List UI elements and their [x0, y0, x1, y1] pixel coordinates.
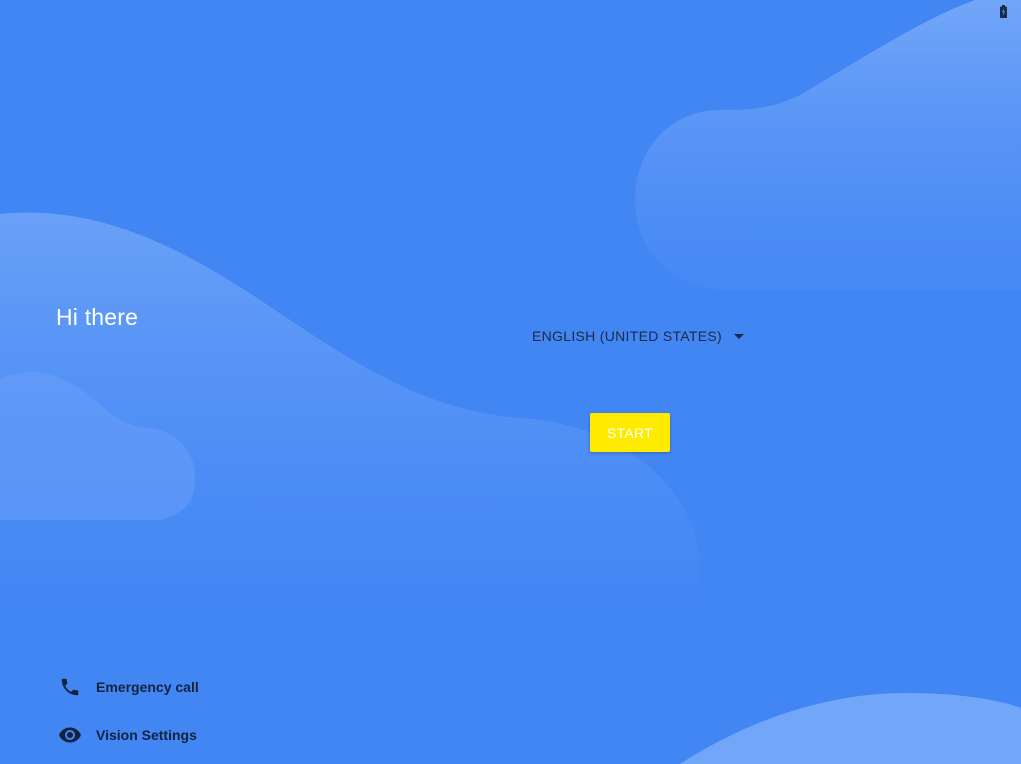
phone-icon	[58, 675, 82, 699]
start-button[interactable]: START	[590, 413, 670, 452]
emergency-call-button[interactable]: Emergency call	[58, 675, 199, 699]
vision-settings-label: Vision Settings	[96, 727, 197, 743]
eye-icon	[58, 723, 82, 747]
vision-settings-button[interactable]: Vision Settings	[58, 723, 197, 747]
battery-charging-icon	[1000, 5, 1007, 18]
wave-bottom-right	[680, 693, 1021, 764]
emergency-call-label: Emergency call	[96, 679, 199, 695]
language-selected-value: ENGLISH (UNITED STATES)	[532, 328, 722, 344]
language-dropdown[interactable]: ENGLISH (UNITED STATES)	[532, 325, 744, 347]
dropdown-caret-icon	[733, 334, 744, 339]
wave-top-right	[635, 0, 1021, 290]
setup-welcome-screen: Hi there ENGLISH (UNITED STATES) START E…	[0, 0, 1021, 764]
background-waves	[0, 0, 1021, 764]
greeting-title: Hi there	[56, 304, 139, 330]
